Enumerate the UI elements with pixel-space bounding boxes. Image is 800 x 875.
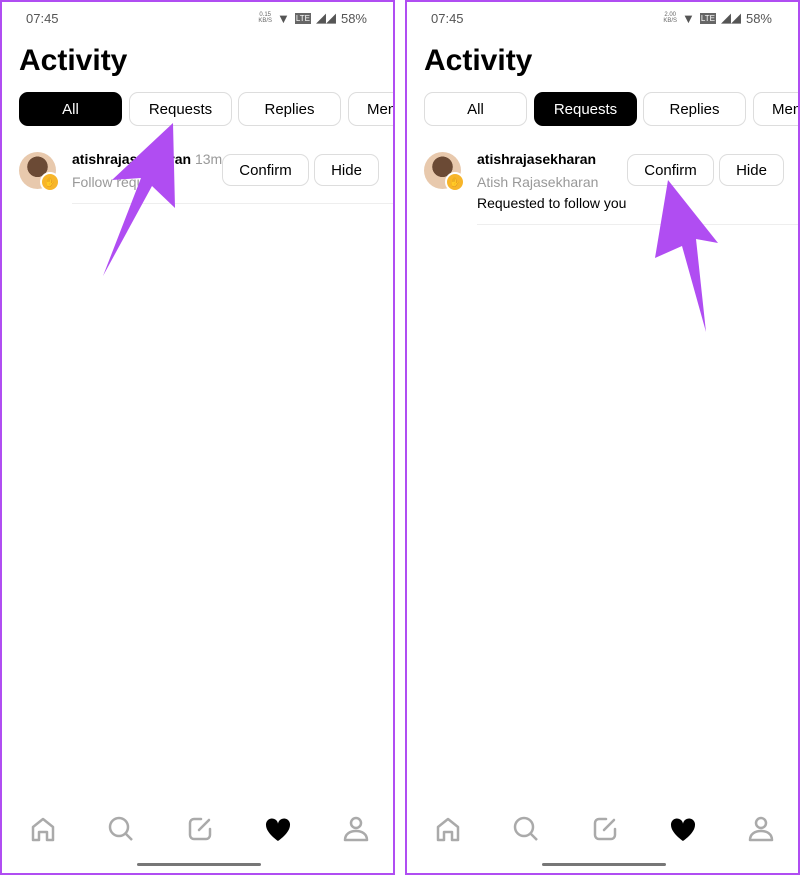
notification-text: Requested to follow you xyxy=(477,195,627,211)
profile-icon[interactable] xyxy=(341,814,371,844)
status-icons: 2.00 KB/S ▼ LTE ◢◢ 58% xyxy=(663,10,772,26)
tab-requests[interactable]: Requests xyxy=(129,92,232,126)
home-indicator[interactable] xyxy=(542,863,666,866)
follow-badge-icon: ✋ xyxy=(40,172,60,192)
tab-all[interactable]: All xyxy=(424,92,527,126)
timestamp: 13m xyxy=(194,151,223,167)
confirm-button[interactable]: Confirm xyxy=(627,154,714,186)
hide-button[interactable]: Hide xyxy=(719,154,784,186)
divider xyxy=(72,203,393,204)
username[interactable]: atishrajasekharan xyxy=(477,151,596,167)
lte-icon: LTE xyxy=(294,12,311,24)
home-indicator[interactable] xyxy=(137,863,261,866)
tab-mentions[interactable]: Mentions xyxy=(753,92,798,126)
screen-requests-tab: 07:45 2.00 KB/S ▼ LTE ◢◢ 58% Activity All… xyxy=(405,0,800,875)
compose-icon[interactable] xyxy=(185,814,215,844)
status-time: 07:45 xyxy=(431,11,464,26)
signal-icon: ◢◢ xyxy=(315,10,336,25)
compose-icon[interactable] xyxy=(590,814,620,844)
tab-all[interactable]: All xyxy=(19,92,122,126)
search-icon[interactable] xyxy=(511,814,541,844)
page-title: Activity xyxy=(424,44,533,77)
heart-icon[interactable] xyxy=(263,814,293,844)
network-speed: 0.15 KB/S xyxy=(258,12,273,24)
home-icon[interactable] xyxy=(28,814,58,844)
profile-icon[interactable] xyxy=(746,814,776,844)
home-icon[interactable] xyxy=(433,814,463,844)
heart-icon[interactable] xyxy=(668,814,698,844)
wifi-icon: ▼ xyxy=(682,10,695,26)
screen-all-tab: 07:45 0.15 KB/S ▼ LTE ◢◢ 58% Activity All… xyxy=(0,0,395,875)
search-icon[interactable] xyxy=(106,814,136,844)
tab-requests[interactable]: Requests xyxy=(534,92,637,126)
tab-mentions[interactable]: Mentions xyxy=(348,92,393,126)
signal-icon: ◢◢ xyxy=(720,10,741,25)
status-time: 07:45 xyxy=(26,11,59,26)
lte-icon: LTE xyxy=(699,12,716,24)
status-icons: 0.15 KB/S ▼ LTE ◢◢ 58% xyxy=(258,10,367,26)
battery-level: 58% xyxy=(340,10,367,26)
full-name: Atish Rajasekharan xyxy=(477,174,599,190)
divider xyxy=(477,224,798,225)
network-speed: 2.00 KB/S xyxy=(663,12,678,24)
notification-text: Follow request xyxy=(72,174,164,190)
tab-replies[interactable]: Replies xyxy=(238,92,341,126)
battery-level: 58% xyxy=(745,10,772,26)
page-title: Activity xyxy=(19,44,128,77)
confirm-button[interactable]: Confirm xyxy=(222,154,309,186)
username[interactable]: atishrajasekharan 13m xyxy=(72,151,222,167)
follow-badge-icon: ✋ xyxy=(445,172,465,192)
wifi-icon: ▼ xyxy=(277,10,290,26)
hide-button[interactable]: Hide xyxy=(314,154,379,186)
tab-replies[interactable]: Replies xyxy=(643,92,746,126)
